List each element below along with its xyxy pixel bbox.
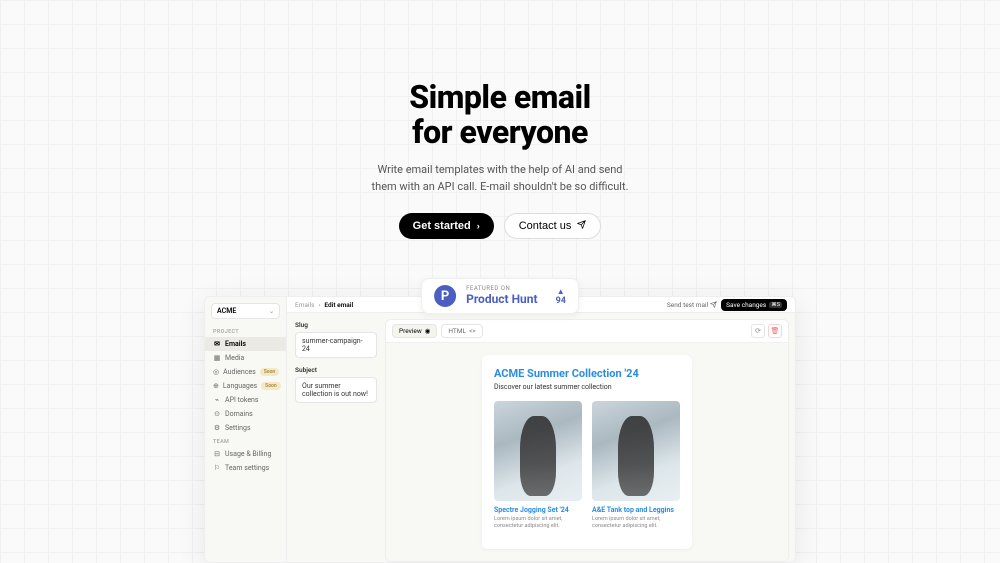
sidebar-item-usage-billing[interactable]: ⊟Usage & Billing xyxy=(205,447,286,461)
sidebar-item-domains[interactable]: ⊙Domains xyxy=(205,407,286,421)
team settings-icon: ⚐ xyxy=(213,464,221,472)
upvote-arrow-icon: ▲ xyxy=(557,287,565,296)
sidebar-item-languages[interactable]: ⊕LanguagesSoon xyxy=(205,379,286,393)
trash-icon: 🗑 xyxy=(771,327,780,335)
chevron-updown-icon: ⌄ xyxy=(269,308,274,315)
sidebar-section-team: TEAM xyxy=(205,435,286,447)
chevron-right-icon: › xyxy=(477,221,480,231)
breadcrumb: Emails › Edit email xyxy=(295,301,353,309)
product-image xyxy=(494,401,582,501)
form-column: Slug summer-campaign-24 Subject Our summ… xyxy=(287,313,385,562)
subject-input[interactable]: Our summer collection is out now! xyxy=(295,377,377,403)
domains-icon: ⊙ xyxy=(213,410,221,418)
send-icon xyxy=(577,220,586,232)
preview-canvas: ACME Summer Collection '24 Discover our … xyxy=(386,343,788,561)
ph-upvote[interactable]: ▲ 94 xyxy=(556,287,566,306)
product-hunt-badge[interactable]: P FEATURED ON Product Hunt ▲ 94 xyxy=(421,278,579,314)
subject-label: Subject xyxy=(295,366,377,374)
media-icon: ▦ xyxy=(213,354,221,362)
soon-badge: Soon xyxy=(261,382,281,390)
usage & billing-icon: ⊟ xyxy=(213,450,221,458)
product-card: Spectre Jogging Set '24 Lorem ipsum dolor… xyxy=(494,401,582,530)
sidebar-item-emails[interactable]: ✉Emails xyxy=(205,337,286,351)
sidebar-item-team-settings[interactable]: ⚐Team settings xyxy=(205,461,286,475)
eye-icon: ◉ xyxy=(425,327,431,335)
product-text: Lorem ipsum dolor sit amet, consectetur … xyxy=(494,516,582,530)
settings-icon: ⚙ xyxy=(213,424,221,432)
breadcrumb-current: Edit email xyxy=(324,301,353,309)
refresh-icon: ⟳ xyxy=(755,327,761,335)
get-started-button[interactable]: Get started › xyxy=(399,213,494,239)
sidebar-item-settings[interactable]: ⚙Settings xyxy=(205,421,286,435)
soon-badge: Soon xyxy=(260,368,280,376)
tab-preview[interactable]: Preview ◉ xyxy=(392,324,437,338)
contact-us-button[interactable]: Contact us xyxy=(504,213,602,239)
preview-panel: Preview ◉ HTML <> ⟳ 🗑 ACME Summer Collec… xyxy=(385,319,789,562)
main-area: Emails › Edit email Send test mail Save … xyxy=(287,297,795,562)
sidebar-item-api-tokens[interactable]: ⌁API tokens xyxy=(205,393,286,407)
ph-vote-count: 94 xyxy=(556,296,566,306)
sidebar-section-project: PROJECT xyxy=(205,325,286,337)
sidebar-item-audiences[interactable]: ◎AudiencesSoon xyxy=(205,365,286,379)
sidebar: ACME ⌄ PROJECT ✉Emails▦Media◎AudiencesSo… xyxy=(205,297,287,562)
product-card: A&E Tank top and Leggins Lorem ipsum dolo… xyxy=(592,401,680,530)
product-title: Spectre Jogging Set '24 xyxy=(494,506,582,514)
hero-section: Simple email for everyone Write email te… xyxy=(0,0,1000,239)
ph-title: Product Hunt xyxy=(466,293,537,306)
hero-buttons: Get started › Contact us xyxy=(0,213,1000,239)
slug-input[interactable]: summer-campaign-24 xyxy=(295,332,377,358)
send-test-mail-button[interactable]: Send test mail xyxy=(667,301,717,309)
slug-label: Slug xyxy=(295,321,377,329)
product-hunt-logo-icon: P xyxy=(434,285,456,307)
api tokens-icon: ⌁ xyxy=(213,396,221,404)
hero-title: Simple email for everyone xyxy=(0,80,1000,150)
product-text: Lorem ipsum dolor sit amet, consectetur … xyxy=(592,516,680,530)
refresh-button[interactable]: ⟳ xyxy=(751,324,765,338)
save-shortcut: ⌘S xyxy=(769,302,782,308)
save-changes-button[interactable]: Save changes ⌘S xyxy=(721,299,787,311)
send-icon xyxy=(710,301,717,308)
audiences-icon: ◎ xyxy=(213,368,219,376)
email-title: ACME Summer Collection '24 xyxy=(494,367,680,380)
chevron-right-icon: › xyxy=(318,301,320,309)
product-image xyxy=(592,401,680,501)
languages-icon: ⊕ xyxy=(213,382,219,390)
breadcrumb-root[interactable]: Emails xyxy=(295,301,314,309)
preview-tabs: Preview ◉ HTML <> ⟳ 🗑 xyxy=(386,320,788,343)
hero-subtitle: Write email templates with the help of A… xyxy=(370,162,630,195)
email-preview: ACME Summer Collection '24 Discover our … xyxy=(482,355,692,549)
app-frame: ACME ⌄ PROJECT ✉Emails▦Media◎AudiencesSo… xyxy=(204,296,796,563)
workspace-selector[interactable]: ACME ⌄ xyxy=(211,303,280,319)
delete-button[interactable]: 🗑 xyxy=(768,324,782,338)
emails-icon: ✉ xyxy=(213,340,221,348)
tab-html[interactable]: HTML <> xyxy=(441,324,482,338)
email-subtitle: Discover our latest summer collection xyxy=(494,383,680,391)
sidebar-item-media[interactable]: ▦Media xyxy=(205,351,286,365)
product-title: A&E Tank top and Leggins xyxy=(592,506,680,514)
code-icon: <> xyxy=(469,327,476,335)
